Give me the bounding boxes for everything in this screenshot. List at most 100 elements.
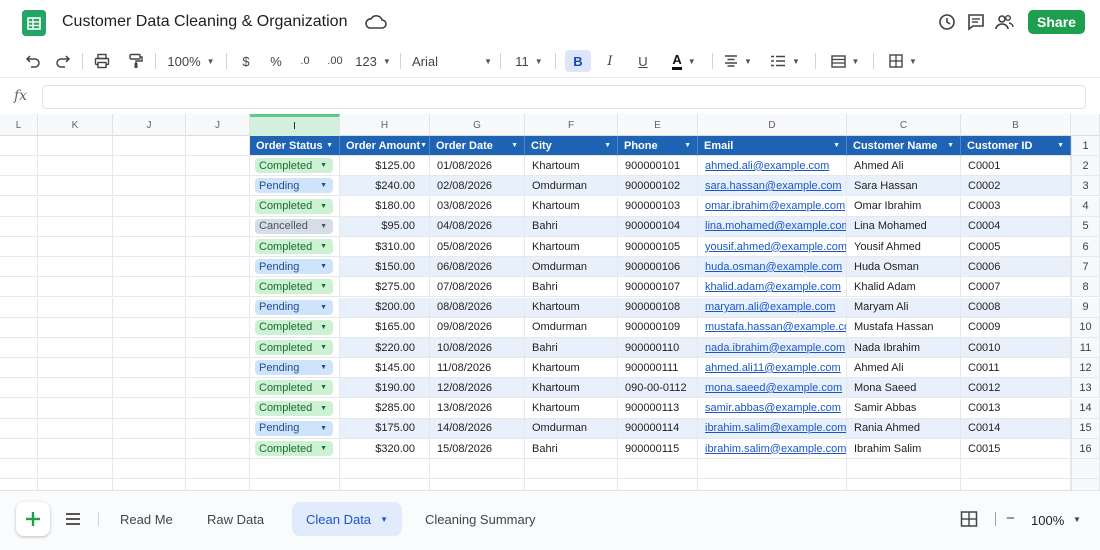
customer-id-header[interactable]: Customer ID ▼ — [961, 136, 1071, 156]
order-status-cell[interactable]: Cancelled ▼ — [250, 216, 340, 237]
bold-button[interactable]: B — [565, 50, 591, 72]
city-cell[interactable]: Bahri — [525, 216, 618, 237]
city-cell[interactable]: Bahri — [525, 439, 618, 459]
empty-cell[interactable] — [38, 459, 113, 480]
empty-cell[interactable] — [186, 196, 250, 217]
order-status-cell[interactable]: Pending ▼ — [250, 418, 340, 439]
formula-input[interactable] — [42, 85, 1086, 109]
empty-cell[interactable] — [186, 338, 250, 358]
order-status-cell[interactable]: Completed ▼ — [250, 156, 340, 177]
empty-cell[interactable] — [38, 439, 113, 459]
empty-cell[interactable] — [38, 338, 113, 358]
status-dropdown-chip[interactable]: Completed ▼ — [255, 380, 333, 396]
city-cell[interactable]: Khartoum — [525, 378, 618, 399]
customer-id-cell[interactable]: C0007 — [961, 277, 1071, 298]
cloud-saved-icon[interactable] — [365, 14, 387, 30]
order-amount-cell[interactable]: $125.00 — [340, 156, 430, 177]
customer-name-cell[interactable]: Omar Ibrahim — [847, 196, 961, 217]
row-number[interactable]: 8 — [1071, 277, 1100, 298]
city-header[interactable]: City ▼ — [525, 136, 618, 156]
customer-id-cell[interactable]: C0002 — [961, 176, 1071, 197]
empty-cell[interactable] — [618, 479, 698, 490]
row-number[interactable]: 11 — [1071, 338, 1100, 358]
column-header[interactable]: C — [847, 114, 961, 136]
order-amount-cell[interactable]: $200.00 — [340, 297, 430, 318]
order-status-cell[interactable]: Pending ▼ — [250, 297, 340, 318]
customer-id-cell[interactable]: C0008 — [961, 297, 1071, 318]
order-amount-cell[interactable]: $145.00 — [340, 358, 430, 379]
order-date-header[interactable]: Order Date ▼ — [430, 136, 525, 156]
city-cell[interactable]: Khartoum — [525, 398, 618, 419]
email-cell[interactable]: omar.ibrahim@example.com — [698, 196, 847, 217]
row-number[interactable]: 16 — [1071, 439, 1100, 459]
email-link[interactable]: huda.osman@example.com — [705, 261, 842, 273]
city-cell[interactable]: Omdurman — [525, 418, 618, 439]
comment-icon[interactable] — [966, 12, 986, 32]
empty-cell[interactable] — [0, 338, 38, 358]
customer-name-cell[interactable]: Maryam Ali — [847, 297, 961, 318]
order-date-cell[interactable]: 13/08/2026 — [430, 398, 525, 419]
empty-cell[interactable] — [618, 459, 698, 480]
row-number[interactable]: 10 — [1071, 317, 1100, 338]
empty-cell[interactable] — [0, 176, 38, 197]
email-cell[interactable]: sara.hassan@example.com — [698, 176, 847, 197]
order-status-cell[interactable]: Completed ▼ — [250, 338, 340, 358]
empty-cell[interactable] — [186, 378, 250, 399]
order-status-cell[interactable]: Completed ▼ — [250, 439, 340, 459]
empty-cell[interactable] — [186, 156, 250, 177]
order-amount-cell[interactable]: $310.00 — [340, 237, 430, 257]
font-size-select[interactable]: 11 ▼ — [511, 50, 547, 72]
empty-cell[interactable] — [0, 257, 38, 278]
row-number[interactable]: 13 — [1071, 378, 1100, 399]
empty-cell[interactable] — [698, 479, 847, 490]
column-header[interactable]: B — [961, 114, 1071, 136]
empty-cell[interactable] — [0, 196, 38, 217]
email-cell[interactable]: lina.mohamed@example.com — [698, 216, 847, 237]
sheet-tab-read-me[interactable]: Read Me — [106, 502, 187, 536]
filter-views-button[interactable]: ▼ — [826, 50, 864, 72]
city-cell[interactable]: Khartoum — [525, 358, 618, 379]
customer-id-cell[interactable]: C0009 — [961, 317, 1071, 338]
row-number[interactable]: 12 — [1071, 358, 1100, 379]
email-link[interactable]: ahmed.ali11@example.com — [705, 362, 841, 374]
empty-cell[interactable] — [250, 479, 340, 490]
empty-cell[interactable] — [113, 439, 186, 459]
email-cell[interactable]: mona.saeed@example.com — [698, 378, 847, 399]
empty-cell[interactable] — [340, 459, 430, 480]
phone-cell[interactable]: 900000101 — [618, 156, 698, 177]
filter-dropdown-icon[interactable]: ▼ — [1057, 142, 1064, 149]
empty-cell[interactable] — [38, 216, 113, 237]
customer-id-cell[interactable]: C0013 — [961, 398, 1071, 419]
email-link[interactable]: yousif.ahmed@example.com — [705, 241, 846, 253]
empty-cell[interactable] — [186, 297, 250, 318]
column-header[interactable]: K — [38, 114, 113, 136]
empty-cell[interactable] — [113, 378, 186, 399]
email-cell[interactable]: huda.osman@example.com — [698, 257, 847, 278]
order-date-cell[interactable]: 08/08/2026 — [430, 297, 525, 318]
customer-name-cell[interactable]: Ahmed Ali — [847, 156, 961, 177]
empty-cell[interactable] — [186, 136, 250, 156]
order-amount-cell[interactable]: $190.00 — [340, 378, 430, 399]
email-cell[interactable]: yousif.ahmed@example.com — [698, 237, 847, 257]
empty-cell[interactable] — [113, 459, 186, 480]
empty-cell[interactable] — [38, 398, 113, 419]
status-dropdown-chip[interactable]: Completed ▼ — [255, 198, 333, 214]
phone-cell[interactable]: 900000106 — [618, 257, 698, 278]
city-cell[interactable]: Khartoum — [525, 237, 618, 257]
customer-id-cell[interactable]: C0001 — [961, 156, 1071, 177]
empty-cell[interactable] — [38, 277, 113, 298]
row-number[interactable]: 9 — [1071, 297, 1100, 318]
order-date-cell[interactable]: 07/08/2026 — [430, 277, 525, 298]
phone-cell[interactable]: 900000108 — [618, 297, 698, 318]
empty-cell[interactable] — [113, 317, 186, 338]
order-status-cell[interactable]: Completed ▼ — [250, 237, 340, 257]
email-cell[interactable]: maryam.ali@example.com — [698, 297, 847, 318]
undo-icon[interactable] — [23, 50, 43, 72]
empty-cell[interactable] — [0, 317, 38, 338]
customer-name-cell[interactable]: Khalid Adam — [847, 277, 961, 298]
sheet-tab-raw-data[interactable]: Raw Data — [193, 502, 278, 536]
empty-cell[interactable] — [0, 439, 38, 459]
empty-cell[interactable] — [847, 459, 961, 480]
row-number[interactable]: 4 — [1071, 196, 1100, 217]
email-cell[interactable]: nada.ibrahim@example.com — [698, 338, 847, 358]
